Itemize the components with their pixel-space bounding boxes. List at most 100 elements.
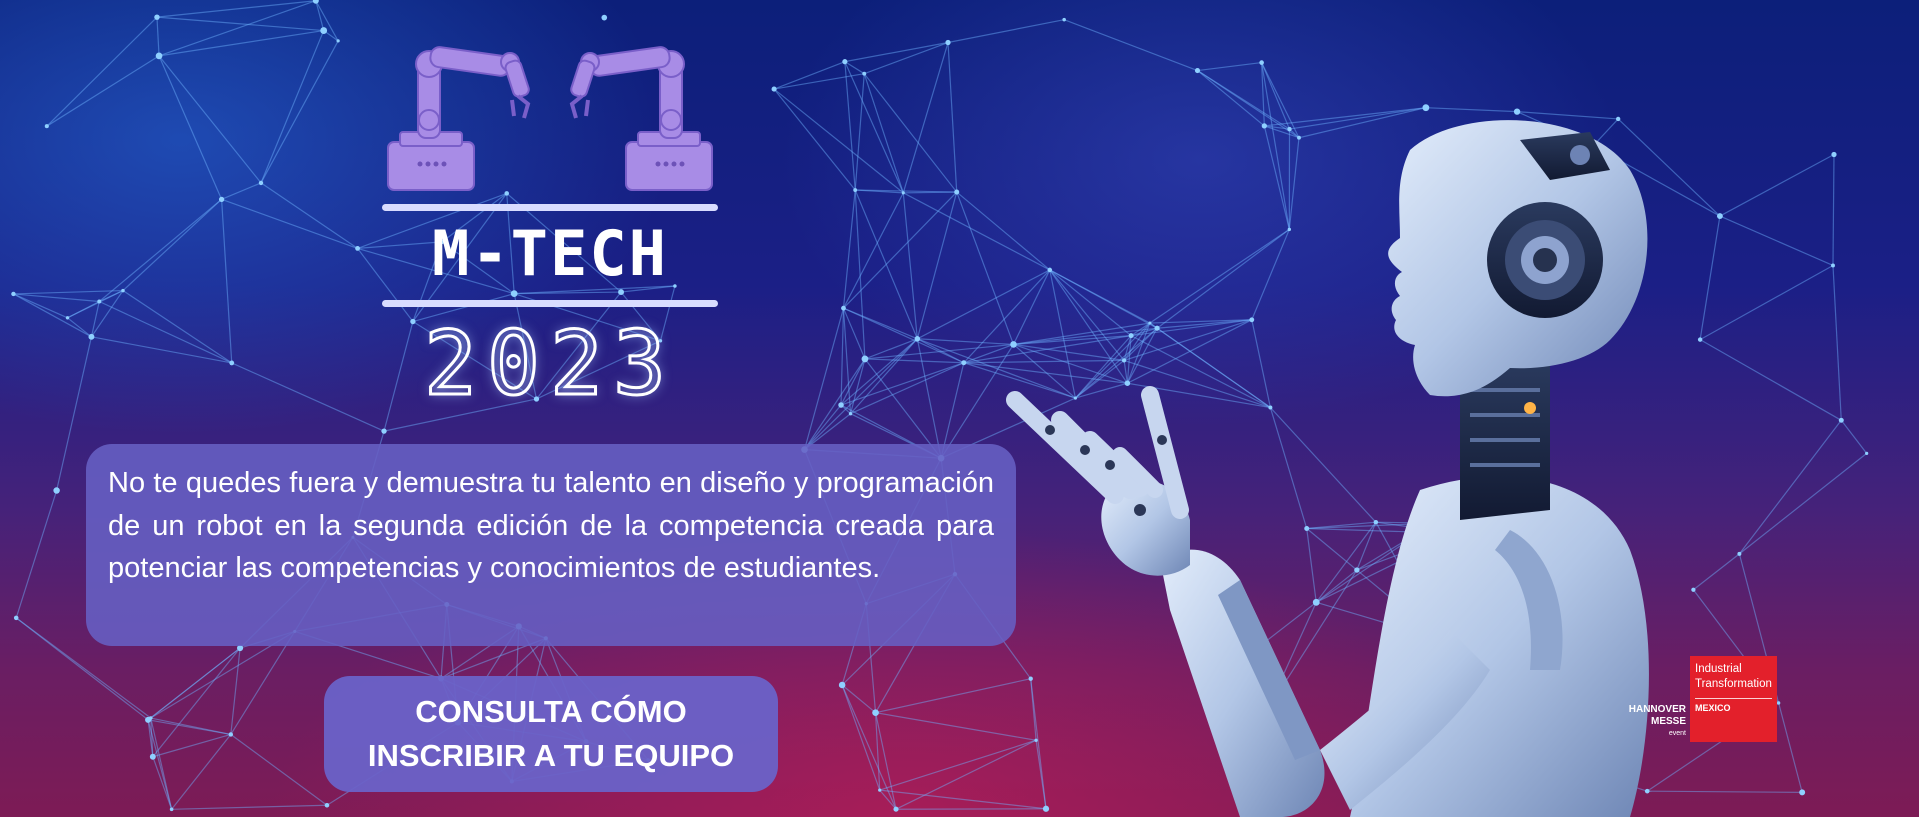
network-node xyxy=(154,14,160,20)
network-node xyxy=(1831,263,1835,268)
network-node xyxy=(945,39,951,46)
network-line xyxy=(158,29,324,57)
network-line xyxy=(1778,702,1803,793)
network-line xyxy=(864,41,949,75)
network-node xyxy=(914,336,921,342)
network-line xyxy=(773,73,865,90)
network-line xyxy=(46,55,160,127)
network-line xyxy=(902,42,949,194)
logo-title: M-TECH xyxy=(432,217,668,290)
network-line xyxy=(13,289,124,295)
logo-divider-top xyxy=(382,204,718,211)
network-node xyxy=(961,360,967,366)
network-node xyxy=(1259,60,1264,65)
network-node xyxy=(1716,213,1723,219)
network-line xyxy=(220,199,233,363)
network-line xyxy=(842,192,904,309)
description-panel: No te quedes fuera y demuestra tu talent… xyxy=(86,444,1016,646)
network-line xyxy=(147,647,241,721)
network-node xyxy=(121,288,125,293)
network-line xyxy=(152,756,173,810)
network-line xyxy=(13,293,92,338)
network-line xyxy=(840,338,918,406)
network-node xyxy=(954,189,960,195)
network-line xyxy=(947,42,958,193)
network-node xyxy=(1776,701,1781,705)
network-node xyxy=(842,59,848,65)
description-text: No te quedes fuera y demuestra tu talent… xyxy=(108,467,994,584)
network-line xyxy=(221,198,358,249)
network-line xyxy=(803,308,845,450)
network-node xyxy=(1865,451,1869,455)
network-line xyxy=(46,16,158,127)
network-line xyxy=(99,300,232,364)
network-node xyxy=(65,316,70,320)
network-node xyxy=(1737,551,1742,556)
network-line xyxy=(1699,339,1842,421)
hannover-line-1: HANNOVER xyxy=(1628,704,1686,715)
network-line xyxy=(122,198,223,292)
network-node xyxy=(169,807,174,812)
network-line xyxy=(67,300,100,319)
network-line xyxy=(15,490,58,619)
cta-line-1: CONSULTA CÓMO xyxy=(415,694,687,729)
it-line-2: Transformation xyxy=(1695,678,1772,690)
network-line xyxy=(1739,452,1868,555)
network-node xyxy=(1838,417,1844,423)
network-line xyxy=(804,404,842,450)
network-line xyxy=(315,0,339,42)
network-line xyxy=(903,191,957,194)
network-node xyxy=(861,355,869,363)
logo-year: 2023 xyxy=(423,312,676,415)
it-line-1: Industrial xyxy=(1695,663,1742,675)
network-line xyxy=(840,308,845,406)
network-node xyxy=(53,487,60,494)
network-node xyxy=(1831,151,1837,158)
network-line xyxy=(1832,265,1842,421)
network-line xyxy=(231,362,385,432)
robotic-arms-icon xyxy=(387,46,713,191)
network-node xyxy=(149,753,156,760)
network-node xyxy=(1062,17,1066,22)
network-line xyxy=(902,192,918,339)
network-line xyxy=(260,40,339,184)
network-line xyxy=(1699,264,1834,341)
network-node xyxy=(862,71,867,76)
network-line xyxy=(863,73,958,193)
network-node xyxy=(336,39,340,43)
network-line xyxy=(1738,419,1842,555)
network-line xyxy=(916,191,958,339)
network-line xyxy=(916,338,942,459)
network-node xyxy=(320,27,328,34)
network-node xyxy=(381,428,387,434)
cta-line-2: INSCRIBIR A TU EQUIPO xyxy=(367,738,735,773)
network-line xyxy=(260,182,358,249)
network-line xyxy=(230,733,328,806)
network-line xyxy=(122,290,233,364)
network-node xyxy=(848,412,853,416)
network-line xyxy=(773,61,846,90)
network-line xyxy=(1832,154,1835,266)
network-node xyxy=(145,716,152,723)
network-node xyxy=(324,802,330,808)
network-node xyxy=(1194,67,1201,74)
industrial-transformation-logo: Industrial Transformation MEXICO xyxy=(1690,656,1777,742)
mtech-logo: M-TECH 2023 xyxy=(380,24,720,414)
network-line xyxy=(1063,19,1198,72)
network-node xyxy=(13,615,19,621)
it-country: MEXICO xyxy=(1695,703,1731,713)
network-node xyxy=(878,788,882,792)
network-node xyxy=(88,333,95,340)
network-node xyxy=(258,180,264,186)
register-team-button[interactable]: CONSULTA CÓMO INSCRIBIR A TU EQUIPO xyxy=(324,676,778,792)
network-node xyxy=(218,196,225,202)
network-line xyxy=(842,189,856,309)
network-line xyxy=(147,719,231,736)
network-line xyxy=(98,198,222,302)
network-node xyxy=(838,402,844,408)
hannover-line-2: MESSE xyxy=(1650,716,1686,727)
hero-banner: M-TECH 2023 No te quedes fuera y demuest… xyxy=(0,0,1919,817)
network-node xyxy=(228,732,233,737)
network-node xyxy=(312,0,319,4)
network-line xyxy=(171,734,232,810)
